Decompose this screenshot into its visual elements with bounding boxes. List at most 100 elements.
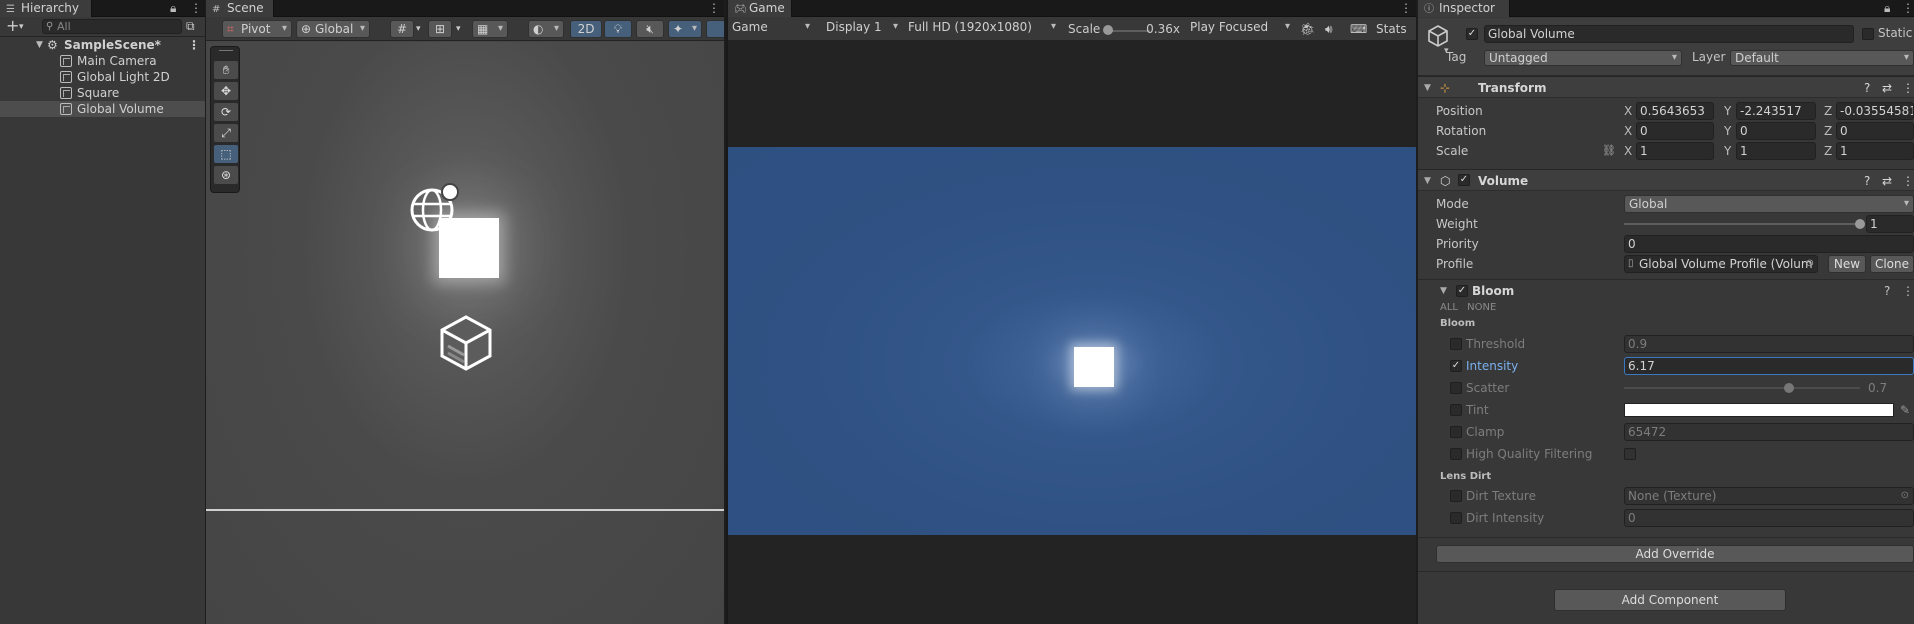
none-link[interactable]: NONE	[1467, 302, 1496, 313]
tint-color-swatch[interactable]	[1624, 403, 1894, 417]
clone-profile-button[interactable]: Clone	[1870, 255, 1914, 273]
add-override-button[interactable]: Add Override	[1436, 545, 1914, 563]
override-menu-icon[interactable]: ⋮	[1902, 280, 1914, 302]
scale-z-field[interactable]: 1	[1836, 142, 1914, 160]
kebab-menu-icon[interactable]: ⋮	[1902, 0, 1914, 17]
game-viewport[interactable]	[728, 42, 1416, 624]
display-dropdown[interactable]: Display 1	[822, 19, 902, 37]
hierarchy-item-selected[interactable]: Global Volume	[0, 101, 205, 117]
scatter-slider-knob[interactable]	[1784, 383, 1795, 393]
eyedropper-icon[interactable]: ✎	[1900, 400, 1910, 420]
pivot-dropdown[interactable]: ⌗ Pivot	[222, 20, 292, 38]
tag-dropdown[interactable]: Untagged	[1484, 50, 1682, 66]
scale-slider-knob[interactable]	[1103, 25, 1113, 35]
threshold-override-checkbox[interactable]	[1450, 338, 1462, 350]
help-icon[interactable]: ?	[1864, 170, 1870, 192]
scale-tool-button[interactable]: ⤢	[214, 124, 238, 142]
object-picker-icon[interactable]: ⊙	[1901, 488, 1909, 504]
volume-header[interactable]: ▼ ⬡ ✓ Volume ? ⇄ ⋮	[1418, 169, 1914, 191]
resolution-dropdown[interactable]: Full HD (1920x1080)	[904, 19, 1060, 37]
strip-grip[interactable]	[219, 50, 233, 51]
clamp-override-checkbox[interactable]	[1450, 426, 1462, 438]
lock-icon[interactable]: 🔒︎	[170, 0, 176, 17]
move-tool-button[interactable]: ✥	[214, 82, 238, 100]
position-z-field[interactable]: -0.03554581	[1836, 102, 1914, 120]
add-component-button[interactable]: Add Component	[1554, 589, 1786, 611]
rotation-y-field[interactable]: 0	[1736, 122, 1816, 140]
space-dropdown[interactable]: ⊕ Global	[296, 20, 370, 38]
global-light-gizmo-icon[interactable]	[406, 180, 466, 236]
tab-hierarchy[interactable]: ☰ Hierarchy	[0, 0, 92, 17]
chevron-down-icon[interactable]: ▾	[456, 21, 461, 37]
dirt-intensity-override-checkbox[interactable]	[1450, 512, 1462, 524]
scale-y-field[interactable]: 1	[1736, 142, 1816, 160]
scatter-override-checkbox[interactable]	[1450, 382, 1462, 394]
rect-tool-button[interactable]: ⬚	[214, 145, 238, 163]
toggle-2d-button[interactable]: 2D	[570, 20, 602, 38]
audio-toggle[interactable]: 🔇︎	[636, 20, 664, 38]
lighting-toggle[interactable]: 💡︎	[604, 20, 632, 38]
intensity-field[interactable]: 6.17	[1624, 357, 1914, 375]
intensity-override-checkbox[interactable]: ✓	[1450, 360, 1462, 372]
bug-icon[interactable]: 🐞︎	[1300, 21, 1315, 37]
expand-arrow-icon[interactable]: ▼	[36, 37, 43, 53]
game-view-dropdown[interactable]: Game	[728, 19, 814, 37]
hierarchy-item[interactable]: Square	[0, 85, 205, 101]
hq-override-checkbox[interactable]	[1450, 448, 1462, 460]
tab-game[interactable]: 🎮︎ Game	[728, 0, 792, 17]
dirt-texture-override-checkbox[interactable]	[1450, 490, 1462, 502]
weight-slider-track[interactable]	[1624, 223, 1860, 225]
threshold-field[interactable]: 0.9	[1624, 335, 1914, 353]
constrain-proportions-icon[interactable]: ⛓	[1602, 141, 1616, 161]
foldout-arrow-icon[interactable]: ▼	[1424, 77, 1431, 99]
play-mode-dropdown[interactable]: Play Focused	[1186, 19, 1294, 37]
tab-inspector[interactable]: ⓘ Inspector	[1418, 0, 1510, 17]
hq-filtering-checkbox[interactable]	[1624, 448, 1636, 460]
scene-menu-icon[interactable]: ⋮	[188, 37, 200, 53]
hierarchy-item[interactable]: Main Camera	[0, 53, 205, 69]
add-icon[interactable]: +	[6, 18, 19, 34]
object-name-field[interactable]: Global Volume	[1484, 25, 1854, 43]
kebab-menu-icon[interactable]: ⋮	[1400, 0, 1412, 17]
component-menu-icon[interactable]: ⋮	[1902, 77, 1914, 99]
game-camera-output[interactable]	[728, 147, 1416, 535]
speaker-icon[interactable]: 🔊︎	[1325, 21, 1333, 37]
dirt-intensity-field[interactable]: 0	[1624, 509, 1914, 527]
foldout-arrow-icon[interactable]: ▼	[1424, 170, 1431, 192]
snap-increment-button[interactable]: ⊞	[428, 20, 452, 38]
chevron-down-icon[interactable]: ▾	[19, 19, 24, 35]
scene-viewport[interactable]: ✋︎ ✥ ⟳ ⤢ ⬚ ⊛	[206, 42, 724, 624]
help-icon[interactable]: ?	[1884, 280, 1890, 302]
grid-snap-button[interactable]: #	[390, 20, 414, 38]
tint-override-checkbox[interactable]	[1450, 404, 1462, 416]
weight-slider-knob[interactable]	[1855, 219, 1865, 229]
priority-field[interactable]: 0	[1624, 235, 1914, 253]
rotate-tool-button[interactable]: ⟳	[214, 103, 238, 121]
grid-visibility-dropdown[interactable]: ▦	[472, 20, 508, 38]
presets-icon[interactable]: ⇄	[1882, 77, 1892, 99]
bloom-enabled-checkbox[interactable]: ✓	[1456, 285, 1468, 297]
chevron-down-icon[interactable]: ▾	[416, 21, 421, 37]
transform-header[interactable]: ▼ ⊹ Transform ? ⇄ ⋮	[1418, 76, 1914, 98]
hierarchy-item[interactable]: Global Light 2D	[0, 69, 205, 85]
rotation-z-field[interactable]: 0	[1836, 122, 1914, 140]
all-link[interactable]: ALL	[1440, 302, 1458, 313]
help-icon[interactable]: ?	[1864, 77, 1870, 99]
clamp-field[interactable]: 65472	[1624, 423, 1914, 441]
keyboard-icon[interactable]: ⌨	[1350, 21, 1367, 37]
layer-dropdown[interactable]: Default	[1730, 50, 1914, 66]
rotation-x-field[interactable]: 0	[1636, 122, 1714, 140]
kebab-menu-icon[interactable]: ⋮	[190, 0, 202, 17]
position-y-field[interactable]: -2.243517	[1736, 102, 1816, 120]
active-checkbox[interactable]: ✓	[1466, 28, 1478, 40]
volume-mode-dropdown[interactable]: Global	[1624, 195, 1914, 213]
effects-dropdown[interactable]: ✦	[668, 20, 702, 38]
weight-field[interactable]: 1	[1866, 215, 1914, 233]
transform-tool-button[interactable]: ⊛	[214, 166, 238, 184]
bloom-header[interactable]: ▼ ✓ Bloom ? ⋮	[1418, 279, 1914, 301]
position-x-field[interactable]: 0.5643653	[1636, 102, 1714, 120]
stats-button[interactable]: Stats	[1376, 21, 1407, 37]
hand-tool-button[interactable]: ✋︎	[214, 61, 238, 79]
profile-object-field[interactable]: ▯ Global Volume Profile (Volum ⊙	[1624, 255, 1818, 273]
scene-visibility-icon[interactable]: ⧉	[186, 18, 195, 34]
